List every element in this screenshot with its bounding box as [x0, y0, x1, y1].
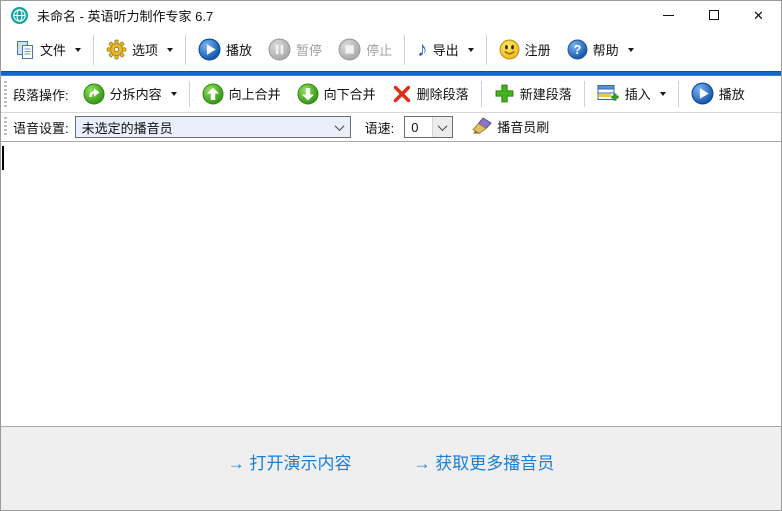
chevron-down-icon — [330, 117, 350, 137]
titlebar: 未命名 - 英语听力制作专家 6.7 ✕ — [1, 1, 781, 29]
speed-select-value: 0 — [411, 119, 419, 135]
footer: → 打开演示内容 → 获取更多播音员 — [1, 427, 781, 510]
app-globe-icon — [10, 6, 29, 25]
toolbar-separator — [583, 81, 585, 107]
paintbrush-icon — [471, 117, 493, 136]
announcer-brush-label: 播音员刷 — [497, 120, 550, 136]
toolbar-gripper[interactable] — [4, 116, 7, 138]
toolbar-gripper[interactable] — [4, 81, 7, 107]
insert-label: 插入 — [624, 87, 651, 103]
window-title: 未命名 - 英语听力制作专家 6.7 — [37, 8, 214, 24]
gear-icon — [106, 39, 127, 60]
music-note-icon: ♪ — [417, 37, 428, 61]
toolbar-separator — [677, 81, 679, 107]
new-paragraph-label: 新建段落 — [519, 87, 572, 103]
dropdown-arrow-icon — [467, 47, 474, 52]
speed-label: 语速: — [364, 120, 395, 136]
delete-paragraph-button[interactable]: 删除段落 — [384, 79, 477, 110]
split-content-label: 分拆内容 — [109, 87, 162, 103]
merge-up-label: 向上合并 — [228, 87, 281, 103]
pause-button-label: 暂停 — [296, 43, 323, 59]
toolbar-separator — [404, 35, 406, 65]
insert-table-icon — [597, 83, 620, 104]
red-x-icon — [392, 84, 412, 104]
toolbar-separator — [485, 35, 487, 65]
dropdown-arrow-icon — [170, 91, 177, 96]
help-button[interactable]: ? 帮助 — [559, 32, 642, 68]
file-copy-icon — [15, 40, 35, 60]
minimize-button[interactable] — [646, 1, 691, 29]
paragraph-play-label: 播放 — [718, 87, 745, 103]
close-icon: ✕ — [753, 7, 764, 23]
announcer-select-value: 未选定的播音员 — [81, 120, 173, 136]
dropdown-arrow-icon — [659, 91, 666, 96]
export-button-label: 导出 — [432, 43, 459, 59]
window-controls: ✕ — [646, 1, 781, 29]
options-button[interactable]: 选项 — [98, 32, 181, 68]
help-question-icon: ? — [567, 39, 588, 60]
stop-button-label: 停止 — [366, 43, 393, 59]
split-arrow-circle-icon — [83, 83, 105, 105]
merge-up-button[interactable]: 向上合并 — [194, 79, 289, 110]
toolbar-separator — [185, 35, 187, 65]
export-button[interactable]: ♪ 导出 — [409, 32, 482, 68]
paragraph-toolbar-label: 段落操作: — [13, 87, 69, 103]
file-button[interactable]: 文件 — [7, 32, 89, 68]
paragraph-play-button[interactable]: 播放 — [683, 79, 753, 110]
toolbar-separator — [93, 35, 95, 65]
register-button[interactable]: 注册 — [491, 32, 559, 68]
play-circle-icon — [198, 38, 221, 61]
split-content-button[interactable]: 分拆内容 — [75, 79, 185, 110]
dropdown-arrow-icon — [627, 47, 634, 52]
merge-down-label: 向下合并 — [323, 87, 376, 103]
announcer-brush-button[interactable]: 播音员刷 — [463, 115, 557, 139]
stop-circle-icon — [338, 38, 361, 61]
paragraph-toolbar: 段落操作: 分拆内容 向上合并 向下合并 删除段落 新建段落 插入 播放 — [1, 76, 781, 113]
smiley-icon — [499, 39, 520, 60]
open-demo-link[interactable]: → 打开演示内容 — [228, 449, 352, 474]
help-button-label: 帮助 — [592, 43, 619, 59]
toolbar-separator — [188, 81, 190, 107]
dropdown-arrow-icon — [75, 47, 82, 52]
text-caret — [2, 146, 4, 170]
stop-button[interactable]: 停止 — [330, 32, 400, 68]
green-plus-icon — [494, 83, 515, 104]
pause-button[interactable]: 暂停 — [260, 32, 330, 68]
editor-area[interactable] — [1, 142, 781, 427]
pause-circle-icon — [268, 38, 291, 61]
app-window: 未命名 - 英语听力制作专家 6.7 ✕ 文件 选项 播放 暂停 停止 ♪ 导出… — [0, 0, 782, 511]
more-announcers-link[interactable]: → 获取更多播音员 — [414, 449, 555, 474]
chevron-down-icon — [432, 117, 453, 137]
voice-settings-label: 语音设置: — [13, 120, 69, 136]
maximize-icon — [708, 10, 719, 20]
up-arrow-circle-icon — [202, 83, 224, 105]
announcer-select[interactable]: 未选定的播音员 — [74, 116, 351, 138]
play-button[interactable]: 播放 — [190, 32, 260, 68]
toolbar-separator — [480, 81, 482, 107]
close-button[interactable]: ✕ — [736, 1, 781, 29]
play-circle-icon — [691, 82, 714, 105]
svg-text:?: ? — [573, 43, 581, 57]
main-toolbar: 文件 选项 播放 暂停 停止 ♪ 导出 注册 ? 帮助 — [1, 29, 781, 71]
delete-paragraph-label: 删除段落 — [416, 87, 469, 103]
play-button-label: 播放 — [226, 43, 253, 59]
speed-select[interactable]: 0 — [404, 116, 454, 138]
insert-button[interactable]: 插入 — [589, 79, 674, 110]
register-button-label: 注册 — [524, 43, 551, 59]
options-button-label: 选项 — [132, 43, 159, 59]
down-arrow-circle-icon — [297, 83, 319, 105]
merge-down-button[interactable]: 向下合并 — [289, 79, 384, 110]
dropdown-arrow-icon — [167, 47, 174, 52]
new-paragraph-button[interactable]: 新建段落 — [486, 79, 580, 110]
minimize-icon — [663, 14, 674, 16]
maximize-button[interactable] — [691, 1, 736, 29]
voice-toolbar: 语音设置: 未选定的播音员 语速: 0 播音员刷 — [1, 113, 781, 142]
file-button-label: 文件 — [40, 43, 67, 59]
